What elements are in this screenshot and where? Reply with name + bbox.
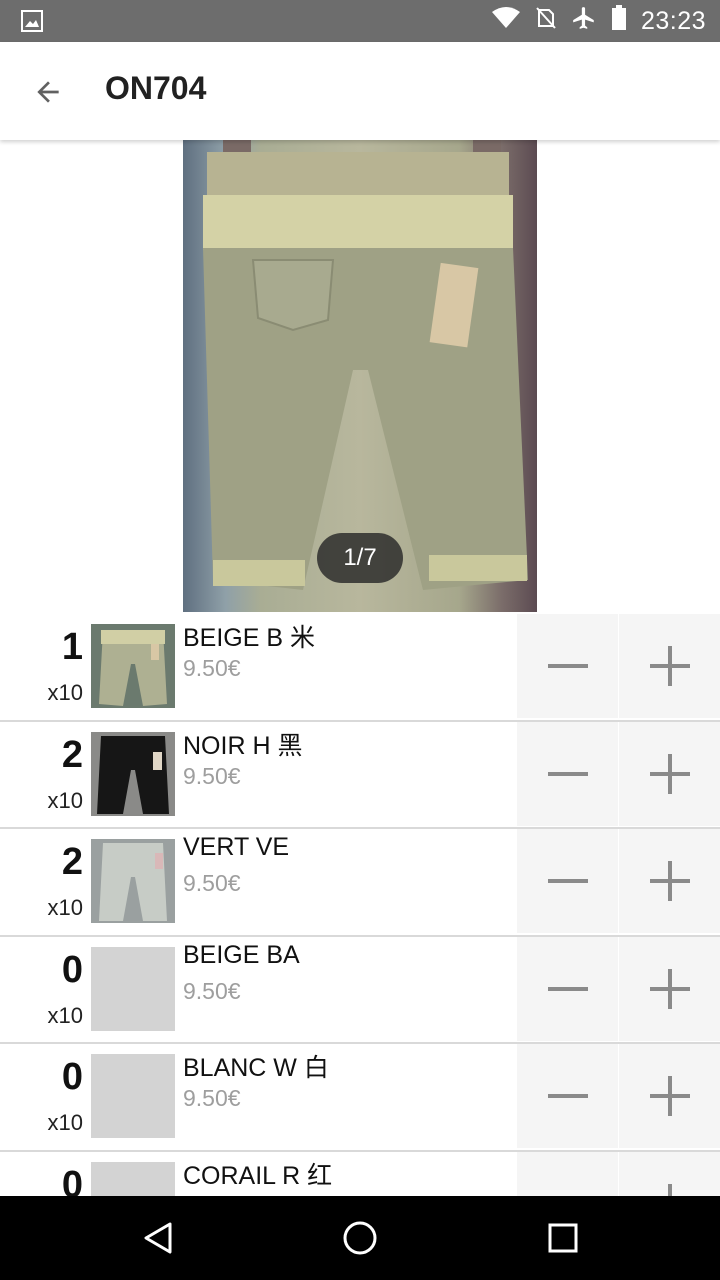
minus-icon	[547, 879, 588, 883]
variant-price: 9.50€	[183, 655, 241, 681]
product-image-carousel[interactable]: 1/7	[0, 140, 720, 614]
variant-price: 9.50€	[183, 1085, 241, 1111]
minus-icon	[547, 1094, 588, 1098]
variant-name: BEIGE BA	[183, 940, 300, 969]
nav-recents-button[interactable]	[535, 1210, 591, 1266]
variant-row: 1 x10 BEIGE B 米 9.50€	[0, 614, 720, 722]
decrease-quantity-button[interactable]	[517, 721, 618, 826]
pack-size: x10	[47, 1002, 83, 1028]
battery-icon	[611, 4, 627, 38]
variant-thumbnail[interactable]	[91, 1161, 175, 1196]
plus-icon	[649, 1076, 690, 1116]
pack-size: x10	[47, 787, 83, 813]
page-title: ON704	[105, 70, 207, 106]
minus-icon	[546, 1182, 590, 1197]
pack-size: x10	[47, 895, 83, 920]
increase-quantity-button[interactable]	[619, 614, 720, 718]
increase-quantity-button[interactable]	[619, 1044, 720, 1148]
variant-name: BEIGE B 米	[183, 624, 315, 652]
status-bar: 23:23	[0, 0, 720, 42]
variant-price: 9.50€	[183, 762, 241, 789]
home-circle-icon	[343, 1221, 377, 1255]
plus-icon	[649, 646, 690, 686]
wifi-icon	[491, 6, 521, 37]
variant-name: VERT VE	[183, 833, 290, 861]
variant-thumbnail[interactable]	[91, 624, 175, 708]
clock: 23:23	[640, 6, 706, 35]
variant-list[interactable]: 1 x10 BEIGE B 米 9.50€ 2 x10 NOIR H 黑 9.50€ 2 x10 V…	[0, 614, 720, 1196]
back-triangle-icon	[144, 1222, 172, 1254]
quantity-value: 0	[61, 1056, 83, 1098]
variant-row: 0 x10 BLANC W 白 9.50€	[0, 1044, 720, 1152]
recents-square-icon	[548, 1223, 578, 1253]
decrease-quantity-button[interactable]	[517, 1044, 618, 1148]
decrease-quantity-button[interactable]	[517, 614, 618, 718]
status-icons: 23:23	[491, 0, 706, 42]
quantity-value: 0	[61, 948, 83, 991]
minus-icon	[547, 986, 588, 991]
nav-home-button[interactable]	[332, 1210, 388, 1266]
variant-row: 0 x10 BEIGE BA 9.50€	[0, 936, 720, 1044]
no-sim-icon	[535, 6, 557, 37]
increase-quantity-button[interactable]	[619, 721, 720, 826]
image-icon	[20, 9, 44, 33]
variant-thumbnail[interactable]	[91, 1054, 175, 1138]
minus-icon	[547, 771, 588, 776]
decrease-quantity-button[interactable]	[517, 1151, 618, 1197]
back-button[interactable]	[22, 66, 74, 118]
quantity-value: 2	[61, 733, 83, 776]
variant-thumbnail[interactable]	[91, 731, 175, 816]
minus-icon	[547, 664, 588, 668]
quantity-value: 2	[61, 841, 83, 883]
plus-icon	[649, 753, 690, 794]
variant-thumbnail[interactable]	[91, 946, 175, 1031]
back-arrow-icon	[37, 81, 59, 103]
plus-icon	[667, 1183, 672, 1196]
plus-icon	[649, 968, 690, 1009]
variant-thumbnail[interactable]	[91, 839, 175, 923]
app-bar: ON704	[0, 42, 720, 140]
increase-quantity-button[interactable]	[619, 936, 720, 1041]
pack-size: x10	[47, 680, 83, 705]
nav-back-button[interactable]	[130, 1210, 186, 1266]
variant-row: 2 x10 VERT VE 9.50€	[0, 829, 720, 937]
system-nav-bar	[0, 1196, 720, 1280]
variant-price: 9.50€	[183, 870, 241, 896]
decrease-quantity-button[interactable]	[517, 829, 618, 933]
decrease-quantity-button[interactable]	[517, 936, 618, 1041]
increase-quantity-button[interactable]	[619, 829, 720, 933]
quantity-value: 1	[61, 626, 83, 668]
variant-row: 0x10CORAIL R 红9.50€	[0, 1151, 720, 1197]
variant-name: BLANC W 白	[183, 1054, 329, 1082]
quantity-value: 0	[61, 1163, 83, 1197]
variant-row: 2 x10 NOIR H 黑 9.50€	[0, 721, 720, 829]
airplane-icon	[571, 5, 597, 38]
plus-icon	[649, 861, 690, 901]
image-counter: 1/7	[317, 533, 403, 583]
increase-quantity-button[interactable]	[619, 1151, 720, 1196]
variant-name: NOIR H 黑	[183, 731, 303, 760]
pack-size: x10	[47, 1110, 83, 1135]
variant-price: 9.50€	[183, 977, 241, 1004]
variant-name: CORAIL R 红	[183, 1161, 333, 1190]
